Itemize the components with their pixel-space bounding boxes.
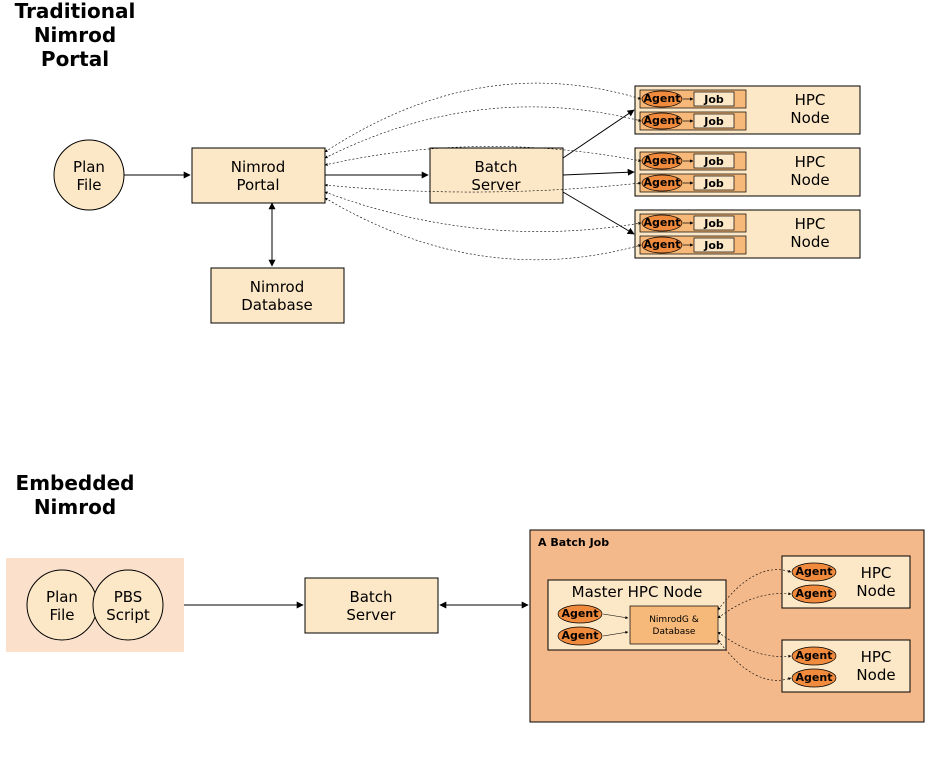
title-embedded-1: Embedded bbox=[16, 471, 135, 495]
svg-text:File: File bbox=[76, 176, 101, 194]
svg-text:Agent: Agent bbox=[644, 154, 681, 167]
svg-text:Nimrod: Nimrod bbox=[231, 158, 286, 176]
svg-text:File: File bbox=[49, 606, 74, 624]
svg-text:Node: Node bbox=[790, 171, 829, 189]
svg-text:Server: Server bbox=[346, 606, 396, 624]
svg-text:Job: Job bbox=[703, 217, 724, 230]
svg-text:Database: Database bbox=[241, 296, 313, 314]
svg-text:PBS: PBS bbox=[114, 588, 143, 606]
hpc-node-2: Agent Job Agent Job HPC Node bbox=[635, 148, 860, 196]
hpc-node-3: Agent Job Agent Job HPC Node bbox=[635, 210, 860, 258]
svg-text:HPC: HPC bbox=[795, 153, 826, 171]
arrow-batch-hpc1 bbox=[563, 110, 634, 158]
nimrod-database-node: Nimrod Database bbox=[211, 268, 344, 323]
title-traditional-1: Traditional bbox=[15, 0, 136, 23]
title-traditional-2: Nimrod bbox=[34, 23, 116, 47]
svg-text:Agent: Agent bbox=[644, 216, 681, 229]
svg-text:Agent: Agent bbox=[644, 238, 681, 251]
plan-file-node: Plan File bbox=[54, 140, 124, 210]
title-embedded-2: Nimrod bbox=[34, 495, 116, 519]
svg-text:HPC: HPC bbox=[861, 648, 892, 666]
svg-text:Agent: Agent bbox=[644, 114, 681, 127]
nimrod-portal-node: Nimrod Portal bbox=[192, 148, 325, 203]
svg-text:Job: Job bbox=[703, 115, 724, 128]
svg-text:Node: Node bbox=[856, 666, 895, 684]
title-traditional-3: Portal bbox=[41, 47, 109, 71]
svg-text:Plan: Plan bbox=[73, 158, 105, 176]
svg-text:Portal: Portal bbox=[236, 176, 279, 194]
svg-text:Node: Node bbox=[856, 582, 895, 600]
svg-text:Agent: Agent bbox=[796, 671, 833, 684]
svg-text:Database: Database bbox=[653, 627, 696, 637]
svg-text:Node: Node bbox=[790, 109, 829, 127]
svg-text:Agent: Agent bbox=[796, 587, 833, 600]
svg-text:Job: Job bbox=[703, 177, 724, 190]
plan-file-node-2: Plan File bbox=[27, 570, 97, 640]
svg-text:Job: Job bbox=[703, 155, 724, 168]
pbs-script-node: PBS Script bbox=[93, 570, 163, 640]
arrow-batch-hpc3 bbox=[563, 192, 634, 234]
svg-text:Agent: Agent bbox=[644, 176, 681, 189]
svg-text:Agent: Agent bbox=[644, 92, 681, 105]
svg-text:Batch: Batch bbox=[349, 588, 392, 606]
svg-text:Batch: Batch bbox=[474, 158, 517, 176]
svg-text:Master HPC Node: Master HPC Node bbox=[572, 583, 703, 601]
hpc-node-1: Agent Job Agent Job HPC Node bbox=[635, 86, 860, 134]
svg-text:Node: Node bbox=[790, 233, 829, 251]
svg-text:Agent: Agent bbox=[796, 565, 833, 578]
svg-text:HPC: HPC bbox=[795, 91, 826, 109]
svg-text:Plan: Plan bbox=[46, 588, 78, 606]
batch-job-container: A Batch Job Master HPC Node Agent Agent … bbox=[530, 530, 924, 722]
svg-text:HPC: HPC bbox=[861, 564, 892, 582]
svg-text:Nimrod: Nimrod bbox=[250, 278, 305, 296]
svg-text:HPC: HPC bbox=[795, 215, 826, 233]
svg-text:Job: Job bbox=[703, 93, 724, 106]
arrow-batch-hpc2 bbox=[563, 172, 634, 175]
svg-text:A Batch Job: A Batch Job bbox=[538, 536, 609, 549]
svg-text:NimrodG &: NimrodG & bbox=[649, 615, 699, 625]
batch-server-node: Batch Server bbox=[430, 148, 563, 203]
svg-text:Agent: Agent bbox=[562, 629, 599, 642]
diagram-root: Traditional Nimrod Portal Plan File Nimr… bbox=[0, 0, 934, 758]
svg-text:Job: Job bbox=[703, 239, 724, 252]
svg-text:Script: Script bbox=[106, 606, 150, 624]
svg-text:Agent: Agent bbox=[562, 607, 599, 620]
svg-text:Agent: Agent bbox=[796, 649, 833, 662]
batch-server-node-2: Batch Server bbox=[305, 578, 438, 633]
